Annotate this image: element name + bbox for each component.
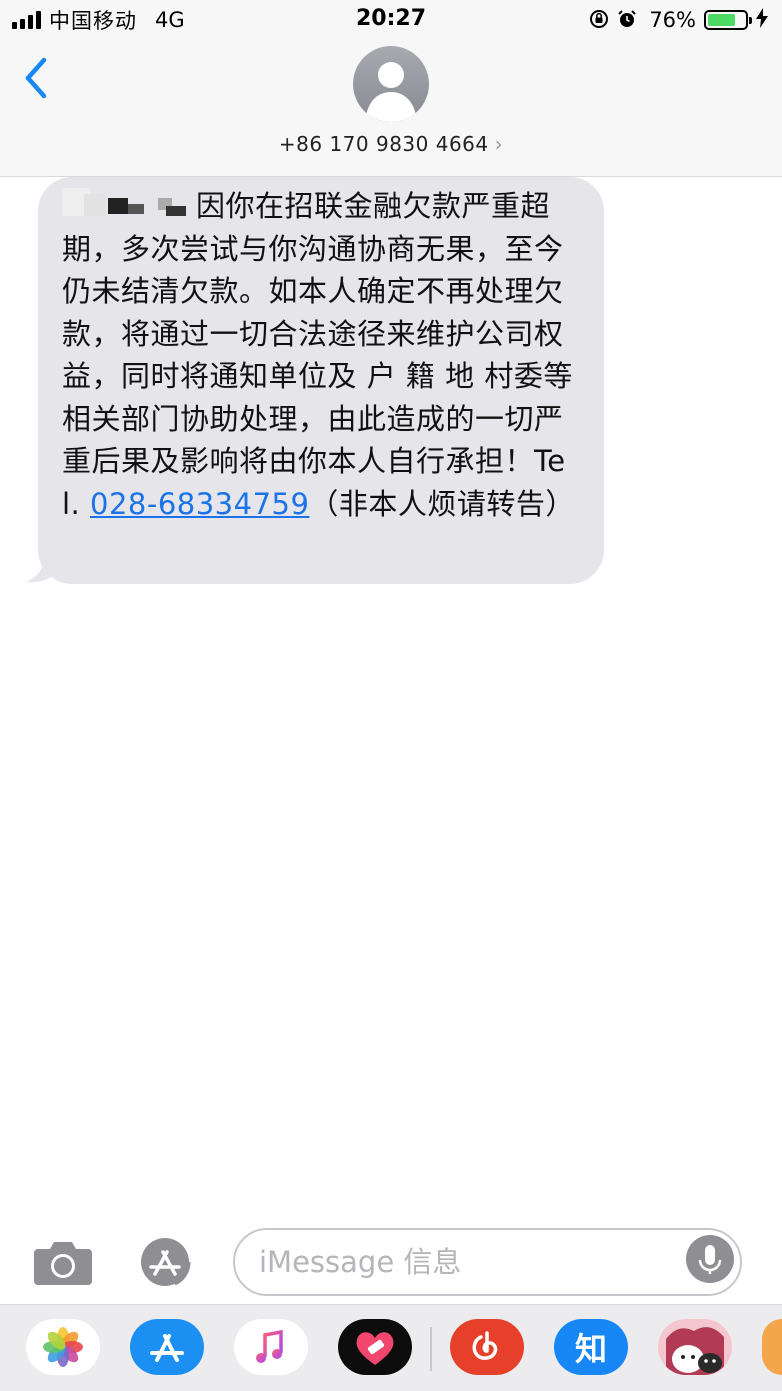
app-store-app-button[interactable] [130,1319,204,1375]
message-body: 因你在招联金融欠款严重超期，多次尝试与你沟通协商无果，至今仍未结清欠款。如本人确… [62,189,573,521]
message-thread[interactable]: 因你在招联金融欠款严重超期，多次尝试与你沟通协商无果，至今仍未结清欠款。如本人确… [0,177,782,1217]
bolt-icon [756,7,768,33]
netease-music-icon [472,1331,498,1360]
phone-number-link[interactable]: 028-68334759 [90,487,309,521]
contact-name-button[interactable]: +86 170 9830 4664 › [0,132,782,156]
conversation-header: +86 170 9830 4664 › [0,40,782,177]
status-bar: 中国移动 4G 20:27 76% [0,0,782,40]
compose-bar: iMessage 信息 [0,1222,782,1304]
camera-icon [34,1242,92,1285]
heart-sticker-app-button[interactable] [338,1319,412,1375]
music-icon [256,1329,283,1363]
photos-icon [43,1327,83,1367]
imessage-input[interactable]: iMessage 信息 [233,1228,742,1296]
heart-sticker-icon [356,1332,394,1365]
chevron-right-icon: › [494,132,504,156]
app-store-icon [150,1334,184,1362]
drawer-divider [430,1327,432,1371]
zhihu-app-button[interactable]: 知 [554,1319,628,1375]
message-suffix: （非本人烦请转告） [309,486,575,521]
music-app-button[interactable] [234,1319,308,1375]
contact-avatar[interactable] [353,46,429,122]
app-store-button[interactable] [133,1236,199,1288]
battery-icon [704,10,752,30]
chevron-left-icon [25,57,47,99]
sticker-pack-app-button[interactable] [658,1319,732,1375]
sticker-pack-icon [666,1327,724,1375]
alarm-icon [617,9,637,32]
message-text[interactable]: 因你在招联金融欠款严重超期，多次尝试与你沟通协商无果，至今仍未结清欠款。如本人确… [62,185,582,525]
person-icon [365,62,417,122]
camera-button[interactable] [32,1237,94,1287]
battery-level-fill [708,14,736,26]
microphone-icon [698,1245,722,1274]
orientation-lock-icon [589,9,609,32]
incoming-message-bubble[interactable]: 因你在招联金融欠款严重超期，多次尝试与你沟通协商无果，至今仍未结清欠款。如本人确… [38,177,604,584]
app-store-icon [141,1238,191,1286]
redacted-name [62,188,190,220]
netease-music-app-button[interactable] [450,1319,524,1375]
battery-percent: 76% [649,8,696,32]
imessage-app-drawer: 知 [0,1304,782,1391]
dictation-button[interactable] [686,1235,734,1283]
back-button[interactable] [18,56,58,100]
zhihu-icon: 知 [574,1330,607,1368]
photos-app-button[interactable] [26,1319,100,1375]
partial-app-button[interactable] [762,1319,782,1375]
contact-phone-number: +86 170 9830 4664 [278,132,489,156]
